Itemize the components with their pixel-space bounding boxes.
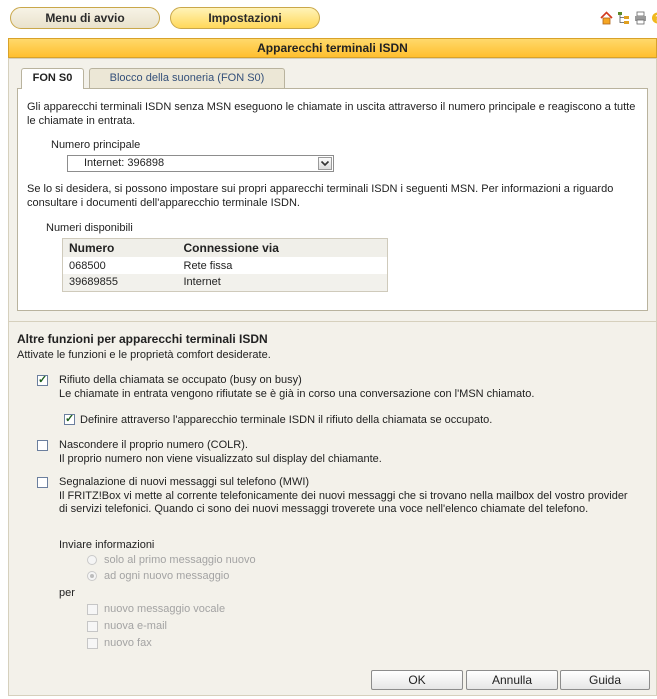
page-title: Apparecchi terminali ISDN: [8, 38, 657, 58]
busy-on-busy-description: Le chiamate in entrata vengono rifiutate…: [59, 388, 535, 400]
help-icon[interactable]: ?: [651, 11, 657, 25]
mwi-label: Segnalazione di nuovi messaggi sul telef…: [59, 476, 310, 488]
main-number-value: Internet: 396898: [84, 157, 165, 169]
connection-cell: Internet: [177, 274, 388, 291]
radio-first-message[interactable]: [87, 555, 97, 565]
settings-button[interactable]: Impostazioni: [170, 7, 320, 29]
home-icon[interactable]: [600, 11, 613, 25]
radio-each-message-label: ad ogni nuovo messaggio: [104, 570, 230, 582]
intro-text: Gli apparecchi terminali ISDN senza MSN …: [27, 101, 636, 127]
toolbar-icons: ?: [600, 11, 657, 25]
ok-button[interactable]: OK: [371, 670, 463, 690]
main-number-select[interactable]: Internet: 396898: [67, 155, 334, 172]
available-numbers-label: Numeri disponibili: [46, 222, 133, 234]
content-frame: FON S0 Blocco della suoneria (FON S0) Gl…: [8, 58, 657, 696]
busy-isdn-device-label: Definire attraverso l'apparecchio termin…: [80, 414, 493, 426]
email-label: nuova e-mail: [104, 620, 167, 632]
number-cell: 39689855: [62, 274, 178, 291]
available-numbers-table: Numero Connessione via 068500 Rete fissa…: [62, 238, 388, 292]
column-header-number: Numero: [69, 241, 115, 255]
button-bar: OK Annulla Guida: [9, 660, 656, 696]
colr-checkbox[interactable]: [37, 440, 48, 451]
cancel-button[interactable]: Annulla: [466, 670, 558, 690]
table-header-row: Numero Connessione via: [63, 239, 388, 258]
busy-on-busy-label: Rifiuto della chiamata se occupato (busy…: [59, 374, 302, 386]
colr-label: Nascondere il proprio numero (COLR).: [59, 439, 248, 451]
top-navigation: Menu di avvio Impostazioni ?: [0, 0, 657, 34]
email-checkbox[interactable]: [87, 621, 98, 632]
table-row: 068500 Rete fissa: [62, 257, 388, 274]
tab-ring-block[interactable]: Blocco della suoneria (FON S0): [89, 68, 285, 88]
mwi-checkbox[interactable]: [37, 477, 48, 488]
fax-checkbox[interactable]: [87, 638, 98, 649]
voice-message-label: nuovo messaggio vocale: [104, 603, 226, 615]
menu-button[interactable]: Menu di avvio: [10, 7, 160, 29]
features-subtitle: Attivate le funzioni e le proprietà comf…: [17, 349, 271, 361]
fax-label: nuovo fax: [104, 637, 152, 649]
connection-cell: Rete fissa: [177, 257, 388, 274]
radio-first-message-label: solo al primo messaggio nuovo: [104, 554, 256, 566]
per-label: per: [59, 587, 75, 599]
chevron-down-icon[interactable]: [318, 157, 332, 170]
send-info-label: Inviare informazioni: [59, 539, 155, 551]
help-button[interactable]: Guida: [560, 670, 650, 690]
voice-message-checkbox[interactable]: [87, 604, 98, 615]
main-number-label: Numero principale: [51, 139, 141, 151]
mwi-description: Il FRITZ!Box vi mette al corrente telefo…: [59, 490, 628, 515]
colr-description: Il proprio numero non viene visualizzato…: [59, 453, 382, 465]
busy-isdn-device-checkbox[interactable]: [64, 412, 75, 425]
sitemap-icon[interactable]: [617, 11, 630, 25]
table-row: 39689855 Internet: [62, 274, 388, 291]
fon-s0-panel: Gli apparecchi terminali ISDN senza MSN …: [17, 88, 648, 311]
column-header-connection: Connessione via: [183, 241, 279, 255]
print-icon[interactable]: [634, 11, 647, 25]
msn-info-text: Se lo si desidera, si possono impostare …: [27, 183, 614, 209]
number-cell: 068500: [62, 257, 178, 274]
busy-on-busy-checkbox[interactable]: [37, 373, 48, 386]
section-divider: [9, 321, 656, 322]
tab-fon-s0[interactable]: FON S0: [21, 68, 84, 89]
radio-each-message[interactable]: [87, 571, 97, 581]
features-title: Altre funzioni per apparecchi terminali …: [17, 332, 268, 346]
